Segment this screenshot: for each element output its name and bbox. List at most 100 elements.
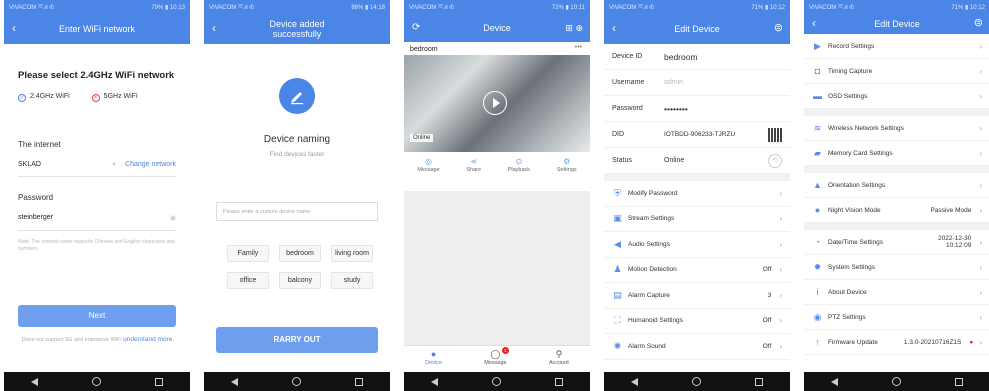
settings-row-alarm-sound[interactable]: ✺ Alarm Sound Off › bbox=[604, 334, 790, 360]
settings-row-timing-capture[interactable]: ◘ Timing Capture › bbox=[804, 59, 989, 84]
nav-back-icon[interactable] bbox=[431, 377, 438, 386]
password-field[interactable]: steinberger ◉ bbox=[18, 214, 176, 231]
osd-icon: ▬ bbox=[813, 91, 822, 101]
camera-preview[interactable]: Online bbox=[404, 55, 590, 152]
settings-row-firmware-update[interactable]: ↑ Firmware Update 1.3.0-20210716Z1S ● › bbox=[804, 330, 989, 355]
tab-account[interactable]: ⚲ Account bbox=[549, 346, 569, 372]
camera-icon: ◘ bbox=[814, 66, 821, 76]
nav-recents-icon[interactable] bbox=[355, 377, 363, 386]
qr-code-icon[interactable] bbox=[768, 127, 782, 142]
settings-row-system-settings[interactable]: ✹ System Settings › bbox=[804, 255, 989, 280]
chip-living-room[interactable]: living room bbox=[331, 245, 373, 262]
nav-home-icon[interactable] bbox=[692, 377, 701, 386]
device-id-field[interactable]: bedroom bbox=[664, 52, 782, 62]
dropdown-icon[interactable]: ▼ bbox=[111, 162, 117, 168]
password-field[interactable]: •••••••• bbox=[664, 104, 782, 114]
tab-message[interactable]: ◯ 1 Message bbox=[484, 346, 509, 372]
sync-icon[interactable]: ⟲ bbox=[768, 153, 782, 168]
eye-icon[interactable]: ◉ bbox=[170, 214, 176, 222]
settings-row-audio-settings[interactable]: ◀ Audio Settings › bbox=[604, 232, 790, 258]
nav-recents-icon[interactable] bbox=[555, 377, 563, 386]
naming-title: Device naming bbox=[263, 134, 331, 145]
more-icon[interactable]: ••• bbox=[575, 44, 582, 51]
understand-more-link[interactable]: understand more bbox=[123, 336, 172, 343]
settings-row-ptz-settings[interactable]: ◉ PTZ Settings › bbox=[804, 305, 989, 330]
save-icon[interactable]: ⊜ bbox=[974, 16, 983, 30]
chip-study[interactable]: study bbox=[331, 272, 373, 289]
chip-office[interactable]: office bbox=[227, 272, 269, 289]
settings-row-osd-settings[interactable]: ▬ OSD Settings › bbox=[804, 84, 989, 109]
settings-row-motion-detection[interactable]: ♟ Motion Detection Off › bbox=[604, 258, 790, 283]
chevron-right-icon: › bbox=[979, 123, 982, 133]
settings-row-night-vision-mode[interactable]: ● Night Vision Mode Passive Mode › bbox=[804, 198, 989, 223]
chevron-right-icon: › bbox=[979, 205, 982, 215]
settings-row-alarm-capture[interactable]: ▤ Alarm Capture 3 › bbox=[604, 283, 790, 309]
tab-device[interactable]: ● Device bbox=[425, 346, 442, 372]
android-nav-bar bbox=[604, 372, 790, 391]
ssid-field[interactable]: SKLAD ▼ Change network bbox=[18, 161, 176, 177]
action-settings[interactable]: ⚙ Settings bbox=[557, 157, 577, 173]
settings-row-about-device[interactable]: i About Device › bbox=[804, 280, 989, 305]
save-icon[interactable]: ⊜ bbox=[774, 21, 783, 35]
nav-back-icon[interactable] bbox=[631, 377, 638, 386]
android-nav-bar bbox=[804, 372, 989, 391]
settings-row-modify-password[interactable]: ⛨ Modify Password › bbox=[604, 181, 790, 207]
carry-out-button[interactable]: RARRY OUT bbox=[216, 327, 378, 353]
row-label: Alarm Capture bbox=[628, 291, 670, 299]
back-icon[interactable]: ‹ bbox=[612, 21, 616, 35]
next-button[interactable]: Next bbox=[18, 305, 176, 327]
nav-home-icon[interactable] bbox=[492, 377, 501, 386]
device-id-row[interactable]: Device ID bedroom bbox=[604, 44, 790, 70]
action-message[interactable]: ◎ Message bbox=[417, 157, 439, 173]
action-share[interactable]: ⋖ Share bbox=[466, 157, 481, 173]
nav-back-icon[interactable] bbox=[231, 377, 238, 386]
title-bar: ‹ Edit Device ⊜ bbox=[804, 14, 989, 34]
row-label: About Device bbox=[828, 288, 867, 296]
orientation-icon: ▲ bbox=[813, 180, 822, 190]
settings-row-date-time-settings[interactable]: ◔ Date/Time Settings 2022-12-30 10:12:09 › bbox=[804, 230, 989, 255]
status-bar: VIVACOM ᵀᴱ.ıl ✆ 86% ▮ 14:18 bbox=[204, 0, 390, 14]
settings-row-humanoid-settings[interactable]: ⛶ Humanoid Settings Off › bbox=[604, 309, 790, 334]
nav-back-icon[interactable] bbox=[31, 377, 38, 386]
back-icon[interactable]: ‹ bbox=[12, 21, 16, 35]
footer-note: Does not support 5G and enterprise WiFi … bbox=[4, 336, 190, 344]
title-bar: ‹ Device added successfully bbox=[204, 14, 390, 44]
nav-home-icon[interactable] bbox=[292, 377, 301, 386]
nav-home-icon[interactable] bbox=[892, 377, 901, 386]
settings-row-stream-settings[interactable]: ▣ Stream Settings › bbox=[604, 207, 790, 232]
device-name-input[interactable]: Please enter a custom device name bbox=[216, 202, 378, 221]
row-label: Modify Password bbox=[628, 189, 678, 197]
settings-row-wireless-network-settings[interactable]: ≋ Wireless Network Settings › bbox=[804, 116, 989, 141]
back-icon[interactable]: ‹ bbox=[212, 21, 216, 35]
settings-row-record-settings[interactable]: ▶ Record Settings › bbox=[804, 34, 989, 59]
section-divider bbox=[804, 166, 989, 173]
chevron-right-icon: › bbox=[779, 239, 782, 249]
password-row[interactable]: Password •••••••• bbox=[604, 96, 790, 122]
chip-bedroom[interactable]: bedroom bbox=[279, 245, 321, 262]
back-icon[interactable]: ‹ bbox=[812, 16, 816, 30]
username-field[interactable]: admin bbox=[664, 79, 782, 86]
username-row[interactable]: Username admin bbox=[604, 70, 790, 96]
section-divider bbox=[604, 174, 790, 181]
screen-edit-device-1: VIVACOM ᵀᴱ.ıl ✆ 71% ▮ 10:12 ‹ Edit Devic… bbox=[604, 0, 790, 391]
speaker-icon: ◀ bbox=[614, 238, 621, 249]
grid-add-icons[interactable]: ⊞ ⊕ bbox=[565, 21, 583, 35]
nav-recents-icon[interactable] bbox=[155, 377, 163, 386]
action-playback[interactable]: ⊙ Playback bbox=[508, 157, 530, 173]
refresh-icon[interactable]: ⟳ bbox=[412, 21, 420, 35]
option-24ghz[interactable]: ✓ 2.4GHz WiFi bbox=[18, 93, 70, 102]
nav-back-icon[interactable] bbox=[831, 377, 838, 386]
cross-icon: × bbox=[91, 94, 100, 102]
settings-row-orientation-settings[interactable]: ▲ Orientation Settings › bbox=[804, 173, 989, 198]
play-icon[interactable] bbox=[483, 91, 507, 115]
nav-recents-icon[interactable] bbox=[755, 377, 763, 386]
nav-home-icon[interactable] bbox=[92, 377, 101, 386]
chip-family[interactable]: Family bbox=[227, 245, 269, 262]
clock-icon: ◔ bbox=[814, 237, 821, 247]
change-network-link[interactable]: Change network bbox=[125, 161, 176, 168]
chevron-right-icon: › bbox=[979, 312, 982, 322]
chip-balcony[interactable]: balcony bbox=[279, 272, 321, 289]
settings-row-memory-card-settings[interactable]: ▰ Memory Card Settings › bbox=[804, 141, 989, 166]
nav-recents-icon[interactable] bbox=[955, 377, 963, 386]
unread-badge: 1 bbox=[501, 347, 509, 354]
